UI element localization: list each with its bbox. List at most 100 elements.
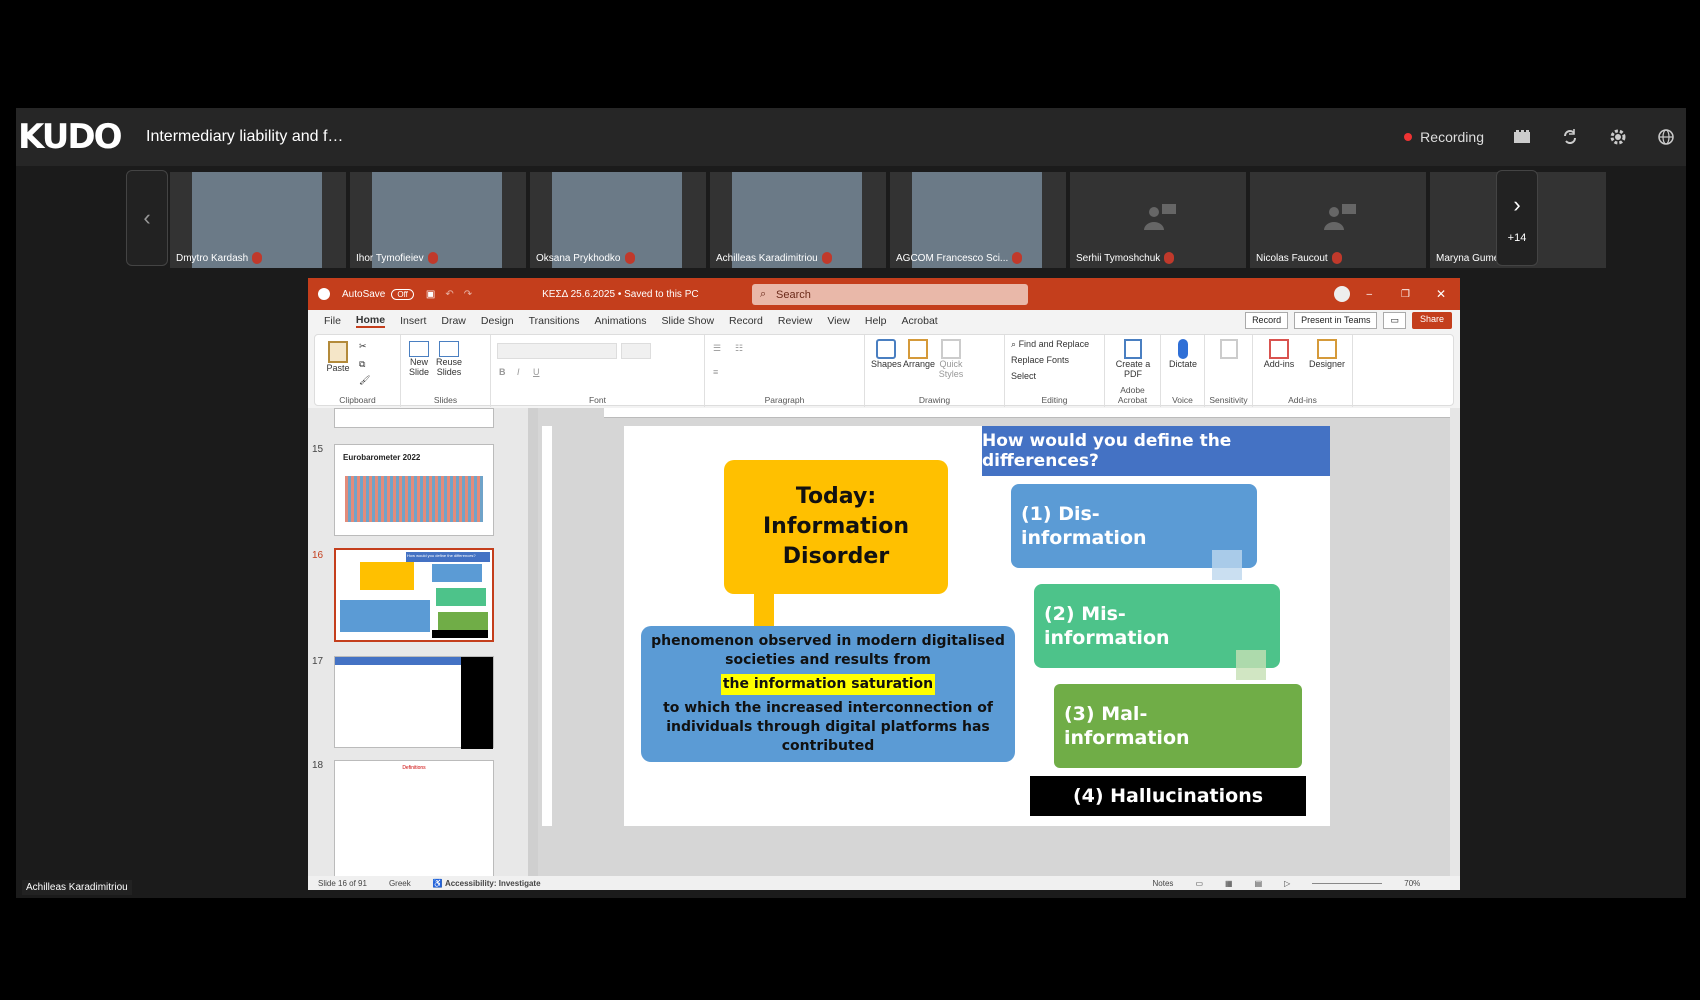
current-slide[interactable]: How would you define the differences? To…	[624, 426, 1330, 826]
gear-icon[interactable]	[1608, 127, 1628, 147]
prev-participants-button[interactable]: ‹	[126, 170, 168, 266]
dictate-button[interactable]: Dictate	[1165, 339, 1201, 369]
designer-button[interactable]: Designer	[1305, 339, 1349, 369]
tab-animations[interactable]: Animations	[595, 315, 647, 327]
slides-group: New Slide Reuse Slides Slides	[401, 335, 491, 407]
connector	[754, 594, 774, 628]
numbering-icon[interactable]: ☷	[735, 343, 743, 354]
editor-scrollbar[interactable]	[1450, 408, 1460, 878]
sync-icon[interactable]	[1560, 127, 1580, 147]
comments-icon[interactable]: ▭	[1383, 312, 1406, 329]
thumb-box-4	[432, 630, 488, 638]
participant-tile[interactable]: Oksana Prykhodko	[530, 172, 706, 268]
zoom-slider[interactable]	[1312, 882, 1383, 884]
italic-icon[interactable]: I	[517, 367, 520, 377]
tab-design[interactable]: Design	[481, 315, 514, 327]
tab-help[interactable]: Help	[865, 315, 887, 327]
replace-fonts-button[interactable]: Replace Fonts	[1011, 355, 1069, 365]
undo-icon[interactable]: ↶	[445, 289, 453, 300]
doc-title[interactable]: ΚΕΣΔ 25.6.2025 • Saved to this PC	[542, 289, 698, 300]
tab-home[interactable]: Home	[355, 314, 386, 328]
arrow-down-2	[1236, 650, 1266, 680]
restore-icon[interactable]: ❐	[1401, 289, 1410, 300]
record-button[interactable]: Record	[1245, 312, 1289, 329]
accessibility-status[interactable]: ♿ Accessibility: Investigate	[433, 879, 541, 888]
slide-thumbnail-17[interactable]	[334, 656, 494, 749]
zoom-level[interactable]: 70%	[1404, 879, 1420, 888]
participant-tile[interactable]: Achilleas Karadimitriou	[710, 172, 886, 268]
align-left-icon[interactable]: ≡	[713, 367, 718, 377]
cut-icon[interactable]: ✂	[359, 341, 367, 352]
arrange-button[interactable]: Arrange	[903, 339, 935, 369]
autosave-toggle[interactable]: Off	[391, 288, 414, 300]
shapes-button[interactable]: Shapes	[871, 339, 902, 369]
thumb-scrollbar[interactable]	[528, 408, 538, 878]
slide-thumbnail-15[interactable]: Eurobarometer 2022	[334, 444, 494, 536]
muted-mic-icon	[1331, 252, 1342, 264]
tab-file[interactable]: File	[324, 315, 341, 327]
slide-thumbnail-18[interactable]: Definitions	[334, 760, 494, 878]
meeting-title: Intermediary liability and f…	[146, 128, 344, 145]
slideshow-icon[interactable]: ▷	[1284, 879, 1290, 888]
tab-acrobat[interactable]: Acrobat	[902, 315, 938, 327]
user-avatar-icon	[1322, 204, 1356, 232]
powerpoint-logo-icon	[318, 288, 330, 300]
participant-tile[interactable]: AGCOM Francesco Sci...	[890, 172, 1066, 268]
horizontal-ruler	[604, 408, 1460, 418]
new-slide-button[interactable]: New Slide	[405, 341, 433, 377]
normal-view-icon[interactable]: ▭	[1195, 879, 1203, 888]
bar-chart-image	[345, 476, 483, 522]
tab-review[interactable]: Review	[778, 315, 812, 327]
create-pdf-button[interactable]: Create a PDF	[1111, 339, 1155, 379]
vertical-ruler	[542, 426, 552, 826]
quick-styles-button[interactable]: Quick Styles	[935, 339, 967, 379]
present-in-teams-button[interactable]: Present in Teams	[1294, 312, 1378, 329]
chevron-right-icon: ›	[1513, 192, 1521, 217]
select-button[interactable]: Select	[1011, 371, 1036, 381]
share-button[interactable]: Share	[1411, 312, 1452, 329]
underline-icon[interactable]: U	[533, 367, 540, 377]
save-icon[interactable]: ▣	[426, 289, 435, 300]
tab-insert[interactable]: Insert	[400, 315, 426, 327]
notes-button[interactable]: Notes	[1153, 879, 1174, 888]
recording-indicator: Recording	[1404, 129, 1484, 145]
tab-transitions[interactable]: Transitions	[529, 315, 580, 327]
reuse-slides-button[interactable]: Reuse Slides	[435, 341, 463, 377]
participant-tile[interactable]: Dmytro Kardash	[170, 172, 346, 268]
participant-tile[interactable]: Serhii Tymoshchuk	[1070, 172, 1246, 268]
slide-thumbnail[interactable]	[334, 408, 494, 428]
addins-button[interactable]: Add-ins	[1257, 339, 1301, 369]
participant-tile[interactable]: Nicolas Faucout	[1250, 172, 1426, 268]
account-avatar[interactable]	[1334, 286, 1350, 302]
font-size-select[interactable]	[621, 343, 651, 359]
slide-thumbnail-16[interactable]: How would you define the differences?	[334, 548, 494, 642]
bold-icon[interactable]: B	[499, 367, 506, 377]
minimize-icon[interactable]: –	[1366, 289, 1372, 300]
powerpoint-window: AutoSave Off ▣ ↶ ↷ ΚΕΣΔ 25.6.2025 • Save…	[308, 278, 1460, 890]
reading-view-icon[interactable]: ▤	[1255, 879, 1263, 888]
format-painter-icon[interactable]: 🖌	[359, 375, 370, 386]
sensitivity-button[interactable]	[1209, 339, 1249, 359]
participant-name: Achilleas Karadimitriou	[716, 252, 832, 264]
bullets-icon[interactable]: ☰	[713, 343, 721, 354]
voice-group: Dictate Voice	[1161, 335, 1205, 407]
next-participants-button[interactable]: › +14	[1496, 170, 1538, 266]
language-status[interactable]: Greek	[389, 879, 411, 888]
redo-icon[interactable]: ↷	[464, 289, 472, 300]
participant-tile[interactable]: Ihor Tymofieiev	[350, 172, 526, 268]
tab-slide-show[interactable]: Slide Show	[662, 315, 715, 327]
tab-record[interactable]: Record	[729, 315, 763, 327]
film-icon[interactable]	[1512, 127, 1532, 147]
copy-icon[interactable]: ⧉	[359, 359, 365, 370]
slide-sorter-icon[interactable]: ▦	[1225, 879, 1233, 888]
search-input[interactable]: ⌕ Search	[752, 284, 1028, 305]
font-name-select[interactable]	[497, 343, 617, 359]
tab-draw[interactable]: Draw	[441, 315, 466, 327]
thumb-black-panel	[461, 657, 493, 749]
find-replace-button[interactable]: ⌕ Find and Replace	[1011, 339, 1089, 350]
paste-button[interactable]: Paste	[323, 341, 353, 373]
tab-view[interactable]: View	[827, 315, 850, 327]
globe-icon[interactable]	[1656, 127, 1676, 147]
reuse-slides-icon	[439, 341, 459, 357]
close-icon[interactable]: ✕	[1436, 287, 1446, 301]
